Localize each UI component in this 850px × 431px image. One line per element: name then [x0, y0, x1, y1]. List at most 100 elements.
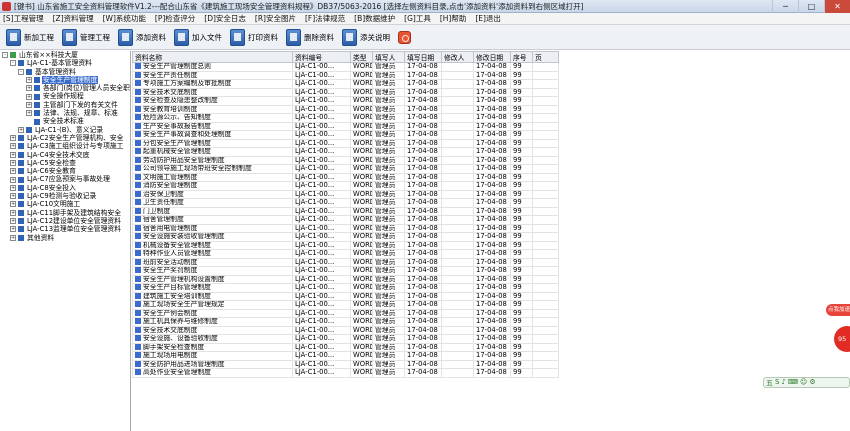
table-cell[interactable]	[441, 342, 474, 352]
table-cell[interactable]: WORD	[350, 87, 373, 97]
tree-node[interactable]: + LJA-C11脚手架及建筑结构安全	[0, 209, 130, 217]
table-cell[interactable]: 17-04-08	[404, 121, 442, 131]
table-cell[interactable]: 管理员	[372, 79, 405, 89]
table-cell[interactable]: WORD	[350, 181, 373, 191]
table-cell[interactable]: 安全技术交底制度	[132, 325, 293, 335]
table-cell[interactable]: LJA-C1-00...	[292, 342, 351, 352]
table-cell[interactable]: 99	[510, 359, 533, 369]
table-cell[interactable]: WORD	[350, 291, 373, 301]
table-cell[interactable]	[532, 130, 559, 140]
table-cell[interactable]: 管理员	[372, 172, 405, 182]
speed-badge-label[interactable]: 点我加速	[826, 304, 850, 316]
table-cell[interactable]: 99	[510, 104, 533, 114]
table-cell[interactable]: 17-04-08	[473, 62, 511, 72]
toolbar-button-exit[interactable]	[398, 27, 414, 48]
column-header[interactable]: 资料名称	[132, 51, 293, 63]
table-row[interactable]: 公司领导施工现场带班安全控制制度 LJA-C1-00... WORD管理员 17-04…	[132, 164, 559, 174]
table-cell[interactable]: 99	[510, 240, 533, 250]
table-cell[interactable]	[441, 325, 474, 335]
table-cell[interactable]	[441, 104, 474, 114]
table-cell[interactable]: 管理员	[372, 104, 405, 114]
table-cell[interactable]: 99	[510, 291, 533, 301]
column-header[interactable]: 修改人	[441, 51, 474, 63]
table-cell[interactable]: LJA-C1-00...	[292, 266, 351, 276]
table-cell[interactable]	[532, 351, 559, 361]
table-cell[interactable]	[441, 189, 474, 199]
table-cell[interactable]	[441, 206, 474, 216]
table-cell[interactable]: 17-04-08	[404, 334, 442, 344]
table-cell[interactable]: 17-04-08	[473, 317, 511, 327]
table-cell[interactable]	[532, 283, 559, 293]
table-cell[interactable]: 管理员	[372, 291, 405, 301]
table-cell[interactable]: 17-04-08	[404, 96, 442, 106]
table-cell[interactable]: 99	[510, 317, 533, 327]
table-cell[interactable]: 特种作业人员管理制度	[132, 249, 293, 259]
table-cell[interactable]: 安全设施、设备验收制度	[132, 334, 293, 344]
table-cell[interactable]: 劳动防护用品安全管理制度	[132, 155, 293, 165]
table-cell[interactable]: 99	[510, 147, 533, 157]
table-cell[interactable]: LJA-C1-00...	[292, 215, 351, 225]
table-cell[interactable]: 17-04-08	[473, 334, 511, 344]
table-cell[interactable]: 17-04-08	[404, 172, 442, 182]
table-cell[interactable]: 管理员	[372, 62, 405, 72]
table-cell[interactable]	[441, 351, 474, 361]
table-cell[interactable]	[441, 155, 474, 165]
table-cell[interactable]: 管理员	[372, 189, 405, 199]
table-cell[interactable]: 17-04-08	[404, 164, 442, 174]
table-cell[interactable]	[532, 232, 559, 242]
menu-item[interactable]: [P]检查评分	[155, 13, 195, 24]
table-cell[interactable]: WORD	[350, 240, 373, 250]
table-cell[interactable]: 安全防护用品进场管理制度	[132, 359, 293, 369]
toolbar-button-print[interactable]: 打印资料	[230, 27, 278, 48]
table-cell[interactable]: 安全技术交底制度	[132, 87, 293, 97]
table-cell[interactable]: 管理员	[372, 240, 405, 250]
table-cell[interactable]: 99	[510, 266, 533, 276]
table-cell[interactable]: LJA-C1-00...	[292, 300, 351, 310]
table-cell[interactable]: 17-04-08	[404, 257, 442, 267]
table-cell[interactable]	[532, 342, 559, 352]
expand-icon[interactable]: +	[26, 110, 32, 117]
table-cell[interactable]: 99	[510, 206, 533, 216]
table-cell[interactable]: WORD	[350, 198, 373, 208]
table-cell[interactable]: 管理员	[372, 138, 405, 148]
table-cell[interactable]	[532, 359, 559, 369]
table-cell[interactable]: WORD	[350, 342, 373, 352]
table-cell[interactable]: WORD	[350, 172, 373, 182]
tree-node[interactable]: - 基本管理资料	[0, 68, 130, 76]
table-cell[interactable]: 管理员	[372, 325, 405, 335]
table-cell[interactable]: WORD	[350, 300, 373, 310]
toolbar-button-import-file[interactable]: 加入文件	[174, 27, 222, 48]
table-cell[interactable]: LJA-C1-00...	[292, 164, 351, 174]
table-cell[interactable]: 99	[510, 189, 533, 199]
table-cell[interactable]: 专项施工方案编制及审批制度	[132, 79, 293, 89]
ime-icon[interactable]: ⌨	[788, 378, 798, 387]
table-cell[interactable]	[532, 368, 559, 378]
expand-icon[interactable]: +	[26, 85, 32, 92]
menu-item[interactable]: [Z]资料管理	[53, 13, 94, 24]
table-cell[interactable]: 99	[510, 325, 533, 335]
tree-node[interactable]: + LJA-C4安全技术交底	[0, 151, 130, 159]
table-cell[interactable]: 17-04-08	[404, 147, 442, 157]
table-cell[interactable]: 建筑施工安全培训制度	[132, 291, 293, 301]
table-cell[interactable]	[532, 62, 559, 72]
expand-icon[interactable]: +	[10, 160, 16, 166]
table-cell[interactable]: WORD	[350, 266, 373, 276]
table-cell[interactable]: LJA-C1-00...	[292, 121, 351, 131]
expand-icon[interactable]: +	[18, 126, 24, 133]
table-cell[interactable]	[532, 155, 559, 165]
table-cell[interactable]: 管理员	[372, 215, 405, 225]
table-cell[interactable]: 99	[510, 155, 533, 165]
table-cell[interactable]: 17-04-08	[404, 70, 442, 80]
table-cell[interactable]: WORD	[350, 79, 373, 89]
table-cell[interactable]	[532, 334, 559, 344]
table-cell[interactable]	[532, 308, 559, 318]
table-cell[interactable]: 管理员	[372, 130, 405, 140]
table-cell[interactable]: 99	[510, 172, 533, 182]
table-cell[interactable]	[441, 266, 474, 276]
table-cell[interactable]	[441, 79, 474, 89]
menu-item[interactable]: [E]退出	[475, 13, 501, 24]
table-cell[interactable]: 安全生产管理机构设置制度	[132, 274, 293, 284]
table-cell[interactable]: 管理员	[372, 249, 405, 259]
table-cell[interactable]: 17-04-08	[473, 138, 511, 148]
menu-item[interactable]: [S]工程管理	[3, 13, 44, 24]
